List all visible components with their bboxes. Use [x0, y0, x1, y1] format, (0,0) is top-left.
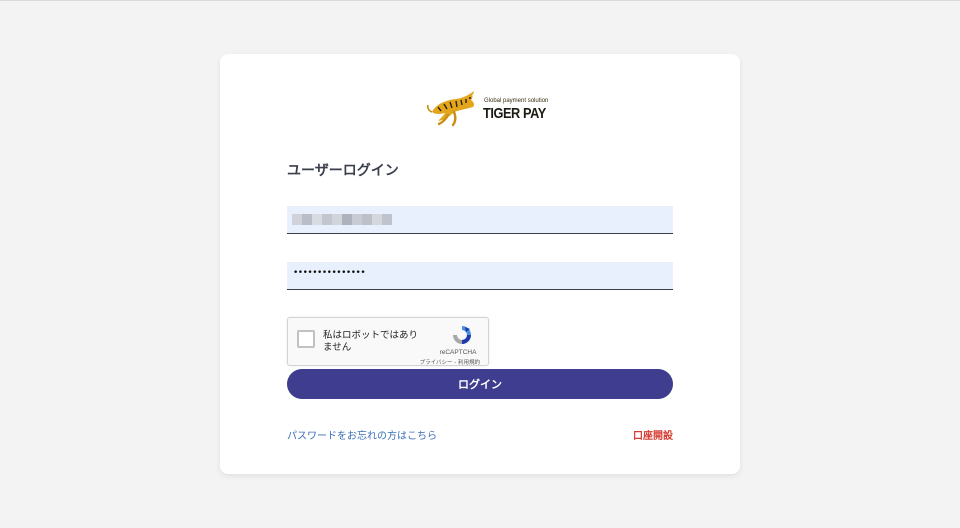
recaptcha-widget: 私はロボットではありません reCAPTCHA プライバシー - 利用規約	[287, 317, 489, 366]
tiger-pay-logo: Global payment solution TIGER PAY	[426, 90, 548, 130]
login-button[interactable]: ログイン	[287, 369, 673, 399]
logo-tagline: Global payment solution	[484, 98, 549, 104]
top-divider	[0, 0, 960, 1]
page-title: ユーザーログイン	[287, 163, 399, 179]
password-masked-value: •••••••••••••••	[293, 268, 366, 278]
recaptcha-brand: reCAPTCHA	[439, 349, 477, 356]
open-account-link[interactable]: 口座開設	[633, 427, 673, 442]
recaptcha-checkbox[interactable]	[297, 330, 315, 348]
username-masked-value	[292, 214, 392, 225]
recaptcha-links[interactable]: プライバシー - 利用規約	[420, 358, 480, 366]
forgot-password-link[interactable]: パスワードをお忘れの方はこちら	[287, 427, 437, 442]
login-card: Global payment solution TIGER PAY ユーザーログ…	[220, 54, 740, 474]
recaptcha-icon	[453, 326, 471, 344]
recaptcha-label: 私はロボットではありません	[323, 330, 419, 353]
logo-name: TIGER PAY	[483, 105, 546, 122]
tiger-icon	[426, 91, 475, 127]
